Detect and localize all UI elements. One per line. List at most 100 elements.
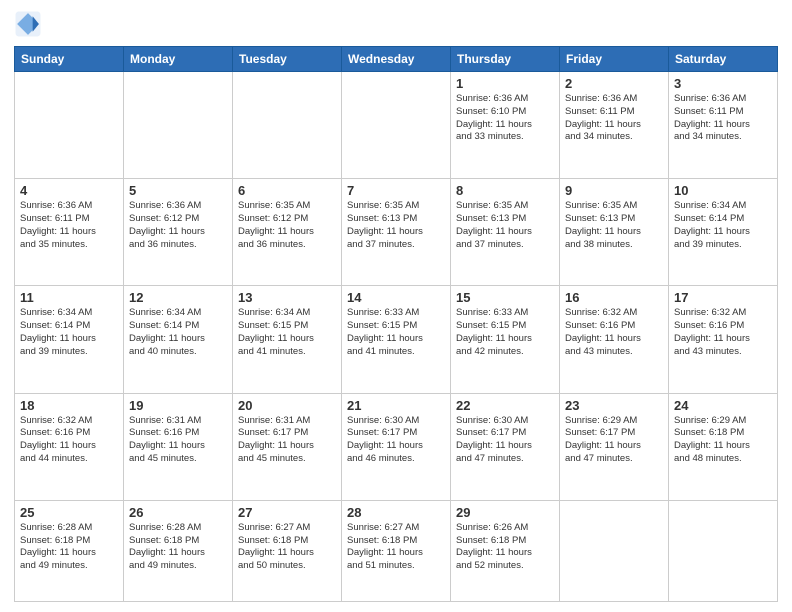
- calendar-cell: 23 Sunrise: 6:29 AM Sunset: 6:17 PM Dayli…: [560, 393, 669, 500]
- day-number: 2: [565, 76, 663, 91]
- calendar-day-header: Saturday: [669, 47, 778, 72]
- day-number: 22: [456, 398, 554, 413]
- calendar-cell: 28 Sunrise: 6:27 AM Sunset: 6:18 PM Dayli…: [342, 500, 451, 601]
- calendar-cell: 15 Sunrise: 6:33 AM Sunset: 6:15 PM Dayli…: [451, 286, 560, 393]
- cell-info: Sunrise: 6:28 AM Sunset: 6:18 PM Dayligh…: [129, 522, 227, 573]
- calendar-cell: 11 Sunrise: 6:34 AM Sunset: 6:14 PM Dayli…: [15, 286, 124, 393]
- day-number: 13: [238, 290, 336, 305]
- cell-info: Sunrise: 6:31 AM Sunset: 6:17 PM Dayligh…: [238, 415, 336, 466]
- cell-info: Sunrise: 6:32 AM Sunset: 6:16 PM Dayligh…: [565, 307, 663, 358]
- cell-info: Sunrise: 6:31 AM Sunset: 6:16 PM Dayligh…: [129, 415, 227, 466]
- calendar-week-row: 4 Sunrise: 6:36 AM Sunset: 6:11 PM Daylig…: [15, 179, 778, 286]
- calendar-cell: 21 Sunrise: 6:30 AM Sunset: 6:17 PM Dayli…: [342, 393, 451, 500]
- calendar-cell: 10 Sunrise: 6:34 AM Sunset: 6:14 PM Dayli…: [669, 179, 778, 286]
- day-number: 24: [674, 398, 772, 413]
- calendar-cell: 2 Sunrise: 6:36 AM Sunset: 6:11 PM Daylig…: [560, 72, 669, 179]
- day-number: 17: [674, 290, 772, 305]
- logo-icon: [14, 10, 42, 38]
- calendar-cell: 20 Sunrise: 6:31 AM Sunset: 6:17 PM Dayli…: [233, 393, 342, 500]
- logo: [14, 10, 46, 38]
- day-number: 14: [347, 290, 445, 305]
- calendar-cell: 22Sunrise: 6:30 AM Sunset: 6:17 PM Dayli…: [451, 393, 560, 500]
- calendar-cell: 17 Sunrise: 6:32 AM Sunset: 6:16 PM Dayli…: [669, 286, 778, 393]
- calendar-cell: 13 Sunrise: 6:34 AM Sunset: 6:15 PM Dayli…: [233, 286, 342, 393]
- day-number: 11: [20, 290, 118, 305]
- day-number: 12: [129, 290, 227, 305]
- cell-info: Sunrise: 6:34 AM Sunset: 6:15 PM Dayligh…: [238, 307, 336, 358]
- cell-info: Sunrise: 6:36 AM Sunset: 6:11 PM Dayligh…: [674, 93, 772, 144]
- day-number: 10: [674, 183, 772, 198]
- cell-info: Sunrise: 6:34 AM Sunset: 6:14 PM Dayligh…: [129, 307, 227, 358]
- day-number: 7: [347, 183, 445, 198]
- cell-info: Sunrise: 6:28 AM Sunset: 6:18 PM Dayligh…: [20, 522, 118, 573]
- calendar-cell: [669, 500, 778, 601]
- day-number: 8: [456, 183, 554, 198]
- cell-info: Sunrise: 6:33 AM Sunset: 6:15 PM Dayligh…: [456, 307, 554, 358]
- day-number: 4: [20, 183, 118, 198]
- calendar-day-header: Thursday: [451, 47, 560, 72]
- calendar-week-row: 11 Sunrise: 6:34 AM Sunset: 6:14 PM Dayli…: [15, 286, 778, 393]
- cell-info: Sunrise: 6:35 AM Sunset: 6:12 PM Dayligh…: [238, 200, 336, 251]
- day-number: 3: [674, 76, 772, 91]
- header: [14, 10, 778, 38]
- day-number: 16: [565, 290, 663, 305]
- cell-info: Sunrise: 6:34 AM Sunset: 6:14 PM Dayligh…: [674, 200, 772, 251]
- cell-info: Sunrise: 6:29 AM Sunset: 6:17 PM Dayligh…: [565, 415, 663, 466]
- calendar-cell: 27 Sunrise: 6:27 AM Sunset: 6:18 PM Dayli…: [233, 500, 342, 601]
- day-number: 1: [456, 76, 554, 91]
- cell-info: Sunrise: 6:27 AM Sunset: 6:18 PM Dayligh…: [347, 522, 445, 573]
- calendar-cell: 7 Sunrise: 6:35 AM Sunset: 6:13 PM Daylig…: [342, 179, 451, 286]
- calendar-cell: 3 Sunrise: 6:36 AM Sunset: 6:11 PM Daylig…: [669, 72, 778, 179]
- calendar-week-row: 1Sunrise: 6:36 AM Sunset: 6:10 PM Daylig…: [15, 72, 778, 179]
- calendar-cell: 14 Sunrise: 6:33 AM Sunset: 6:15 PM Dayli…: [342, 286, 451, 393]
- page: SundayMondayTuesdayWednesdayThursdayFrid…: [0, 0, 792, 612]
- calendar-table: SundayMondayTuesdayWednesdayThursdayFrid…: [14, 46, 778, 602]
- calendar-cell: 29Sunrise: 6:26 AM Sunset: 6:18 PM Dayli…: [451, 500, 560, 601]
- cell-info: Sunrise: 6:36 AM Sunset: 6:11 PM Dayligh…: [20, 200, 118, 251]
- day-number: 19: [129, 398, 227, 413]
- cell-info: Sunrise: 6:36 AM Sunset: 6:11 PM Dayligh…: [565, 93, 663, 144]
- calendar-cell: 16 Sunrise: 6:32 AM Sunset: 6:16 PM Dayli…: [560, 286, 669, 393]
- calendar-cell: 1Sunrise: 6:36 AM Sunset: 6:10 PM Daylig…: [451, 72, 560, 179]
- calendar-cell: [560, 500, 669, 601]
- cell-info: Sunrise: 6:30 AM Sunset: 6:17 PM Dayligh…: [347, 415, 445, 466]
- calendar-cell: [233, 72, 342, 179]
- calendar-cell: 5 Sunrise: 6:36 AM Sunset: 6:12 PM Daylig…: [124, 179, 233, 286]
- calendar-cell: 12 Sunrise: 6:34 AM Sunset: 6:14 PM Dayli…: [124, 286, 233, 393]
- day-number: 27: [238, 505, 336, 520]
- day-number: 18: [20, 398, 118, 413]
- cell-info: Sunrise: 6:27 AM Sunset: 6:18 PM Dayligh…: [238, 522, 336, 573]
- calendar-cell: [124, 72, 233, 179]
- day-number: 9: [565, 183, 663, 198]
- cell-info: Sunrise: 6:29 AM Sunset: 6:18 PM Dayligh…: [674, 415, 772, 466]
- cell-info: Sunrise: 6:35 AM Sunset: 6:13 PM Dayligh…: [456, 200, 554, 251]
- calendar-week-row: 25Sunrise: 6:28 AM Sunset: 6:18 PM Dayli…: [15, 500, 778, 601]
- calendar-cell: 24 Sunrise: 6:29 AM Sunset: 6:18 PM Dayli…: [669, 393, 778, 500]
- calendar-cell: 19 Sunrise: 6:31 AM Sunset: 6:16 PM Dayli…: [124, 393, 233, 500]
- calendar-day-header: Tuesday: [233, 47, 342, 72]
- day-number: 23: [565, 398, 663, 413]
- calendar-day-header: Sunday: [15, 47, 124, 72]
- cell-info: Sunrise: 6:35 AM Sunset: 6:13 PM Dayligh…: [565, 200, 663, 251]
- calendar-cell: 9 Sunrise: 6:35 AM Sunset: 6:13 PM Daylig…: [560, 179, 669, 286]
- day-number: 5: [129, 183, 227, 198]
- day-number: 20: [238, 398, 336, 413]
- day-number: 28: [347, 505, 445, 520]
- cell-info: Sunrise: 6:36 AM Sunset: 6:12 PM Dayligh…: [129, 200, 227, 251]
- calendar-header-row: SundayMondayTuesdayWednesdayThursdayFrid…: [15, 47, 778, 72]
- calendar-week-row: 18Sunrise: 6:32 AM Sunset: 6:16 PM Dayli…: [15, 393, 778, 500]
- calendar-cell: 6 Sunrise: 6:35 AM Sunset: 6:12 PM Daylig…: [233, 179, 342, 286]
- calendar-cell: 18Sunrise: 6:32 AM Sunset: 6:16 PM Dayli…: [15, 393, 124, 500]
- day-number: 6: [238, 183, 336, 198]
- day-number: 15: [456, 290, 554, 305]
- cell-info: Sunrise: 6:32 AM Sunset: 6:16 PM Dayligh…: [674, 307, 772, 358]
- calendar-cell: [342, 72, 451, 179]
- day-number: 29: [456, 505, 554, 520]
- cell-info: Sunrise: 6:35 AM Sunset: 6:13 PM Dayligh…: [347, 200, 445, 251]
- cell-info: Sunrise: 6:33 AM Sunset: 6:15 PM Dayligh…: [347, 307, 445, 358]
- calendar-cell: 4 Sunrise: 6:36 AM Sunset: 6:11 PM Daylig…: [15, 179, 124, 286]
- calendar-cell: 26Sunrise: 6:28 AM Sunset: 6:18 PM Dayli…: [124, 500, 233, 601]
- day-number: 21: [347, 398, 445, 413]
- calendar-day-header: Friday: [560, 47, 669, 72]
- cell-info: Sunrise: 6:34 AM Sunset: 6:14 PM Dayligh…: [20, 307, 118, 358]
